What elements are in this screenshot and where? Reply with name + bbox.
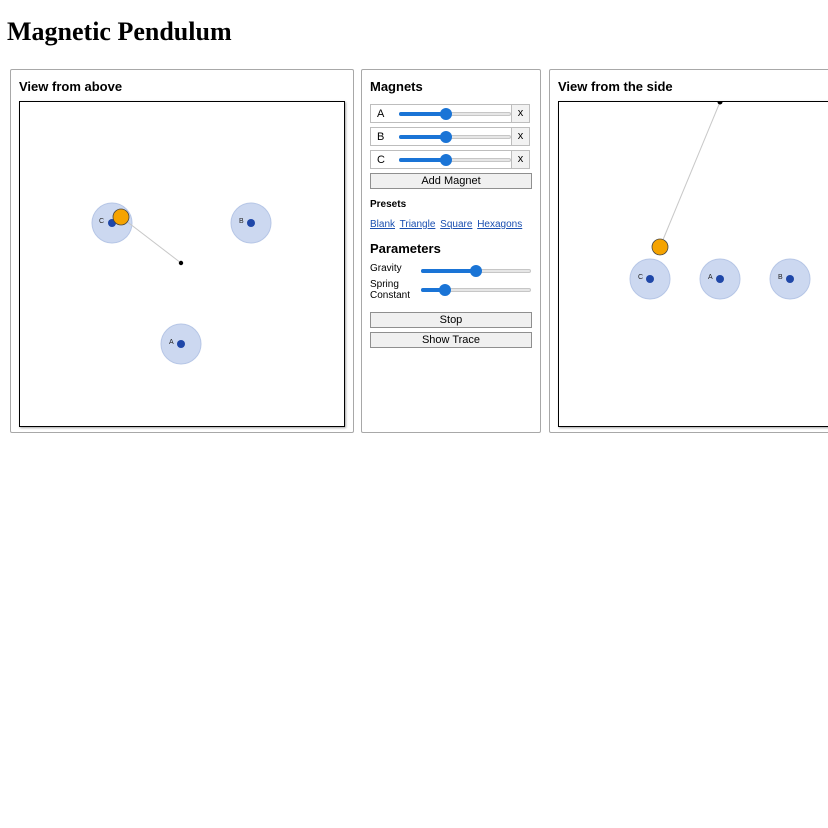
pendulum-bob[interactable] bbox=[112, 208, 130, 226]
spring-constant-slider[interactable] bbox=[421, 284, 531, 296]
add-magnet-button[interactable]: Add Magnet bbox=[370, 173, 532, 189]
side-view-panel: View from the side C A B bbox=[549, 69, 828, 433]
magnet-core bbox=[786, 275, 794, 283]
pendulum-bob[interactable] bbox=[651, 238, 669, 256]
magnet-row-a: A x bbox=[370, 104, 530, 123]
side-view-title: View from the side bbox=[558, 79, 673, 94]
magnet-label: B bbox=[778, 274, 783, 281]
pivot-point bbox=[717, 102, 723, 105]
magnet-core bbox=[177, 340, 185, 348]
magnet-strength-slider[interactable] bbox=[399, 154, 511, 166]
delete-magnet-button[interactable]: x bbox=[511, 128, 529, 145]
magnet-core bbox=[247, 219, 255, 227]
magnets-heading: Magnets bbox=[370, 79, 423, 94]
magnet-core bbox=[646, 275, 654, 283]
magnet-a-side[interactable]: A bbox=[699, 258, 741, 300]
magnet-core bbox=[716, 275, 724, 283]
magnet-row-label: C bbox=[377, 154, 385, 166]
preset-triangle-link[interactable]: Triangle bbox=[400, 219, 436, 230]
magnet-label: C bbox=[99, 218, 104, 225]
page-title: Magnetic Pendulum bbox=[7, 17, 232, 46]
preset-square-link[interactable]: Square bbox=[440, 219, 472, 230]
top-view-svg[interactable]: C B A bbox=[20, 102, 344, 426]
magnet-b-side[interactable]: B bbox=[769, 258, 811, 300]
magnet-label: A bbox=[169, 339, 174, 346]
magnet-strength-slider[interactable] bbox=[399, 131, 511, 143]
magnet-strength-slider[interactable] bbox=[399, 108, 511, 120]
spring-constant-label-line2: Constant bbox=[370, 290, 411, 301]
show-trace-button[interactable]: Show Trace bbox=[370, 332, 532, 348]
pendulum-string bbox=[659, 102, 721, 248]
pendulum-string bbox=[120, 216, 182, 264]
magnet-c-side[interactable]: C bbox=[629, 258, 671, 300]
side-view-canvas[interactable]: C A B bbox=[558, 101, 828, 427]
delete-magnet-button[interactable]: x bbox=[511, 151, 529, 168]
magnet-label: C bbox=[638, 274, 643, 281]
magnet-row-label: A bbox=[377, 108, 385, 120]
spring-constant-label-line1: Spring bbox=[370, 279, 399, 290]
top-view-title: View from above bbox=[19, 79, 123, 94]
side-view-svg[interactable]: C A B bbox=[559, 102, 828, 426]
delete-magnet-button[interactable]: x bbox=[511, 105, 529, 122]
top-view-canvas[interactable]: C B A bbox=[19, 101, 345, 427]
preset-hexagons-link[interactable]: Hexagons bbox=[477, 219, 522, 230]
gravity-slider[interactable] bbox=[421, 265, 531, 277]
magnet-label: A bbox=[708, 274, 713, 281]
controls-panel: Magnets A x B x C x Add Magnet Presets B… bbox=[361, 69, 541, 433]
stop-button[interactable]: Stop bbox=[370, 312, 532, 328]
preset-links: Blank Triangle Square Hexagons bbox=[370, 219, 524, 231]
top-view-panel: View from above C B A bbox=[10, 69, 354, 433]
magnet-a-top[interactable]: A bbox=[160, 323, 202, 365]
magnet-row-label: B bbox=[377, 131, 385, 143]
magnet-row-c: C x bbox=[370, 150, 530, 169]
magnet-label: B bbox=[239, 218, 244, 225]
magnet-b-top[interactable]: B bbox=[230, 202, 272, 244]
pivot-point bbox=[178, 260, 184, 266]
preset-blank-link[interactable]: Blank bbox=[370, 219, 395, 230]
magnet-row-b: B x bbox=[370, 127, 530, 146]
parameters-heading: Parameters bbox=[370, 241, 441, 256]
gravity-label: Gravity bbox=[370, 263, 402, 274]
presets-heading: Presets bbox=[370, 199, 407, 210]
